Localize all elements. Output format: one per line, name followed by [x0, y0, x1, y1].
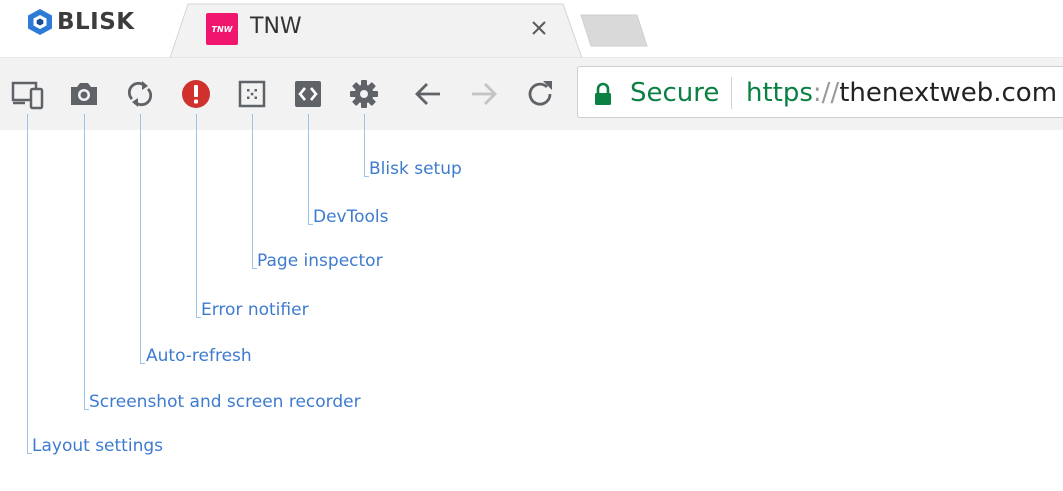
- secure-label: Secure: [630, 78, 720, 108]
- tab-tnw[interactable]: [185, 4, 570, 58]
- address-separator: [731, 77, 732, 109]
- callout-line-error: [196, 114, 197, 317]
- callout-auto-refresh: Auto-refresh: [146, 346, 252, 366]
- callout-layout-settings: Layout settings: [32, 436, 163, 456]
- close-icon[interactable]: [528, 17, 550, 39]
- auto-refresh-button[interactable]: [122, 76, 158, 112]
- callout-page-inspector: Page inspector: [257, 251, 383, 271]
- callout-tick-autorefresh: [140, 363, 145, 364]
- forward-button[interactable]: [466, 76, 502, 112]
- callout-line-devtools: [308, 114, 309, 224]
- callout-blisk-setup: Blisk setup: [369, 159, 462, 179]
- tnw-favicon: TNW: [206, 13, 238, 45]
- callout-line-autorefresh: [140, 114, 141, 363]
- callout-devtools: DevTools: [313, 207, 389, 227]
- refresh-cycle-icon: [127, 81, 153, 107]
- gear-icon: [350, 80, 378, 108]
- back-button[interactable]: [410, 76, 446, 112]
- reload-icon: [528, 81, 552, 106]
- page-inspector-icon: [238, 80, 266, 108]
- reload-button[interactable]: [522, 76, 558, 112]
- tnw-favicon-text: TNW: [211, 24, 233, 34]
- tab-title: TNW: [250, 14, 302, 39]
- page-inspector-button[interactable]: [234, 76, 270, 112]
- lock-icon: [595, 82, 611, 105]
- address-bar[interactable]: Secure https://thenextweb.com: [577, 66, 1063, 118]
- url-text: https://thenextweb.com: [746, 78, 1057, 108]
- devtools-icon: [295, 81, 321, 107]
- callout-line-screenshot: [84, 114, 85, 409]
- url-scheme: https: [746, 78, 813, 108]
- forward-arrow-icon: [472, 83, 497, 105]
- error-icon: [182, 80, 210, 108]
- url-separator: ://: [812, 78, 840, 108]
- layout-settings-button[interactable]: [10, 76, 46, 112]
- camera-icon: [71, 83, 97, 105]
- devtools-button[interactable]: [290, 76, 326, 112]
- callout-line-layout: [27, 114, 28, 454]
- new-tab-button[interactable]: [580, 14, 650, 48]
- callout-line-setup: [364, 114, 365, 176]
- callout-line-inspector: [252, 114, 253, 268]
- callout-screenshot: Screenshot and screen recorder: [89, 392, 361, 412]
- blisk-setup-button[interactable]: [346, 76, 382, 112]
- screenshot-button[interactable]: [66, 76, 102, 112]
- back-arrow-icon: [415, 83, 440, 105]
- tab-strip: BLISK TNW TNW: [0, 0, 1063, 58]
- url-host: thenextweb.com: [839, 78, 1058, 108]
- error-notifier-button[interactable]: [178, 76, 214, 112]
- layout-settings-icon: [11, 81, 44, 110]
- callout-error-notifier: Error notifier: [201, 300, 309, 320]
